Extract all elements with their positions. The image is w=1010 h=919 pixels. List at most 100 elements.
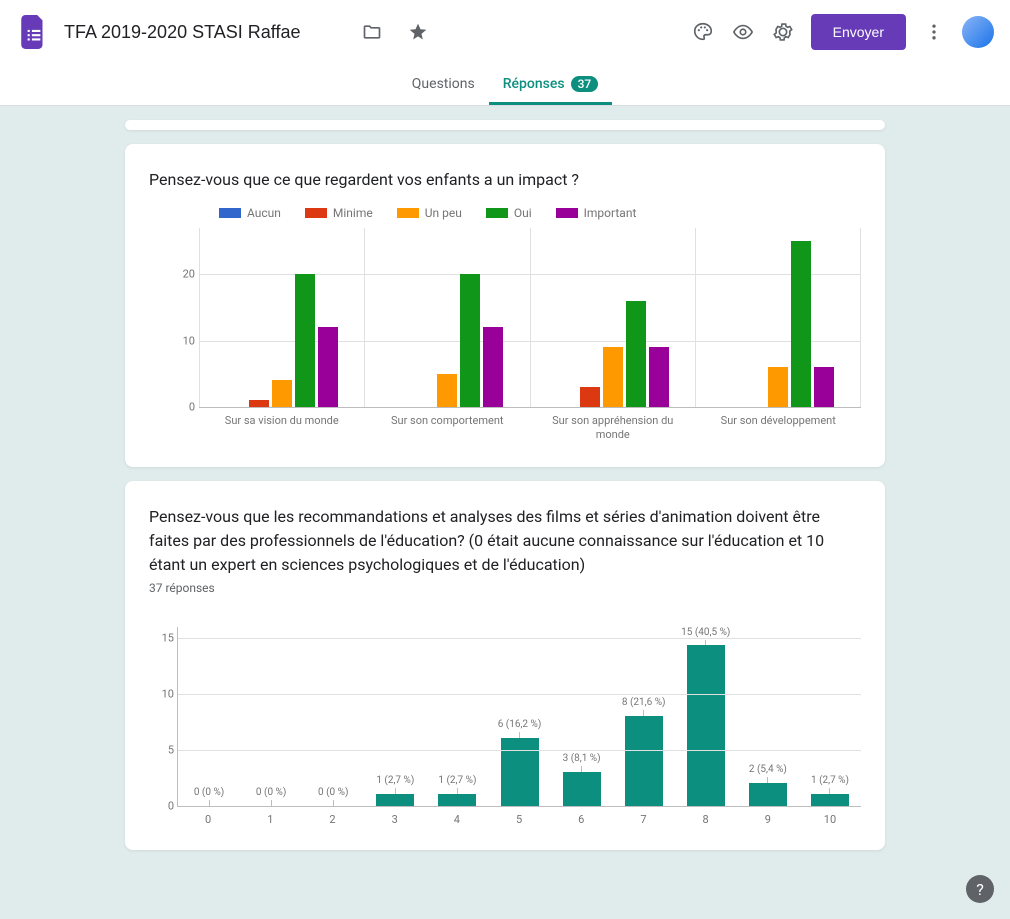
chart2-bar-label: 1 (2,7 %) <box>376 775 414 786</box>
chart2-xlabel: 9 <box>737 807 799 826</box>
chart2-xlabel: 5 <box>488 807 550 826</box>
chart1-area: AucunMinimeUn peuOuiImportant 01020 Sur … <box>149 196 861 443</box>
legend-item: Oui <box>486 206 532 220</box>
customize-theme-button[interactable] <box>683 12 723 52</box>
chart2-column: 0 (0 %) <box>178 627 240 806</box>
chart2-bar-label: 0 (0 %) <box>194 787 224 798</box>
folder-icon <box>362 22 382 42</box>
chart1-xlabel: Sur son comportement <box>365 408 531 443</box>
eye-icon <box>732 21 754 43</box>
chart1-group <box>199 228 364 407</box>
card-impact-chart: Pensez-vous que ce que regardent vos enf… <box>125 144 885 467</box>
chart1-bar <box>249 400 269 407</box>
tab-responses[interactable]: Réponses 37 <box>489 66 612 105</box>
chart2-bar <box>438 794 476 805</box>
doc-title-input[interactable] <box>64 22 344 43</box>
chart2-column: 6 (16,2 %) <box>488 627 550 806</box>
chart2-xlabel: 7 <box>612 807 674 826</box>
chart1-bar <box>791 241 811 407</box>
help-button[interactable]: ? <box>966 875 994 903</box>
send-button[interactable]: Envoyer <box>811 14 906 50</box>
legend-item: Aucun <box>219 206 281 220</box>
chart2-column: 15 (40,5 %) <box>675 627 737 806</box>
chart2-xlabel: 2 <box>301 807 363 826</box>
chart1-bar <box>580 387 600 407</box>
chart2-bar <box>376 794 414 805</box>
legend-item: Important <box>556 206 637 220</box>
settings-button[interactable] <box>763 12 803 52</box>
chart1-plot: 01020 <box>199 228 861 408</box>
chart2-column: 8 (21,6 %) <box>613 627 675 806</box>
tab-responses-label: Réponses <box>503 76 565 92</box>
page-body: Pensez-vous que ce que regardent vos enf… <box>0 106 1010 919</box>
chart1-bar <box>295 274 315 407</box>
card-recommendation-chart: Pensez-vous que les recommandations et a… <box>125 481 885 850</box>
tab-questions[interactable]: Questions <box>398 66 489 105</box>
chart2-bar <box>625 716 663 806</box>
chart2-column: 3 (8,1 %) <box>551 627 613 806</box>
move-to-folder-button[interactable] <box>352 12 392 52</box>
card1-title: Pensez-vous que ce que regardent vos enf… <box>149 168 861 192</box>
chart2-bar <box>687 645 725 805</box>
chart1-bar <box>768 367 788 407</box>
chart2-column: 0 (0 %) <box>240 627 302 806</box>
legend-item: Un peu <box>397 206 462 220</box>
chart2-xlabel: 1 <box>239 807 301 826</box>
chart1-bar <box>460 274 480 407</box>
chart2-bar-label: 1 (2,7 %) <box>438 775 476 786</box>
chart1-bar <box>483 327 503 407</box>
chart2-bar-label: 1 (2,7 %) <box>811 775 849 786</box>
chart2-bar-label: 0 (0 %) <box>318 787 348 798</box>
chart2-bar-label: 15 (40,5 %) <box>681 627 730 638</box>
chart2-bar-label: 0 (0 %) <box>256 787 286 798</box>
chart2-xlabel: 8 <box>675 807 737 826</box>
chart2-plot: 051015 0 (0 %)0 (0 %)0 (0 %)1 (2,7 %)1 (… <box>177 627 861 807</box>
app-header: Envoyer <box>0 0 1010 64</box>
chart2-column: 2 (5,4 %) <box>737 627 799 806</box>
chart2-bar <box>749 783 787 805</box>
chart2-bar <box>563 772 601 806</box>
more-vert-icon <box>924 22 944 42</box>
chart1-xlabel: Sur son développement <box>696 408 862 443</box>
help-icon: ? <box>976 880 984 899</box>
chart2-bar <box>811 794 849 805</box>
chart1-group <box>530 228 695 407</box>
gear-icon <box>772 21 794 43</box>
card2-title: Pensez-vous que les recommandations et a… <box>149 505 861 577</box>
chart1-bar <box>603 347 623 407</box>
star-button[interactable] <box>398 12 438 52</box>
card2-subtitle: 37 réponses <box>149 581 861 595</box>
chart1-bar <box>437 374 457 407</box>
chart2-bar-label: 2 (5,4 %) <box>749 764 787 775</box>
palette-icon <box>692 21 714 43</box>
account-avatar[interactable] <box>962 16 994 48</box>
responses-count-badge: 37 <box>571 76 599 92</box>
preview-button[interactable] <box>723 12 763 52</box>
forms-doc-icon <box>16 14 52 50</box>
chart1-bar <box>814 367 834 407</box>
chart2-column: 1 (2,7 %) <box>426 627 488 806</box>
chart2-bar-label: 8 (21,6 %) <box>622 697 666 708</box>
chart2-column: 1 (2,7 %) <box>799 627 861 806</box>
chart1-bar <box>626 301 646 407</box>
star-icon <box>408 22 428 42</box>
chart2-xlabels: 012345678910 <box>177 807 861 826</box>
chart2-bar-label: 6 (16,2 %) <box>498 719 542 730</box>
chart1-legend: AucunMinimeUn peuOuiImportant <box>189 206 861 220</box>
chart1-group <box>364 228 529 407</box>
chart1-xlabel: Sur son appréhension du monde <box>530 408 696 443</box>
chart2-xlabel: 4 <box>426 807 488 826</box>
chart2-bar <box>501 738 539 805</box>
chart2-xlabel: 0 <box>177 807 239 826</box>
chart2-column: 0 (0 %) <box>302 627 364 806</box>
card-previous-stub <box>125 120 885 130</box>
chart1-xlabels: Sur sa vision du mondeSur son comporteme… <box>199 408 861 443</box>
chart2-xlabel: 6 <box>550 807 612 826</box>
chart1-bar <box>649 347 669 407</box>
chart2-column: 1 (2,7 %) <box>364 627 426 806</box>
more-button[interactable] <box>914 12 954 52</box>
chart1-bar <box>318 327 338 407</box>
chart2-xlabel: 10 <box>799 807 861 826</box>
chart1-group <box>695 228 861 407</box>
chart1-bar <box>272 380 292 407</box>
